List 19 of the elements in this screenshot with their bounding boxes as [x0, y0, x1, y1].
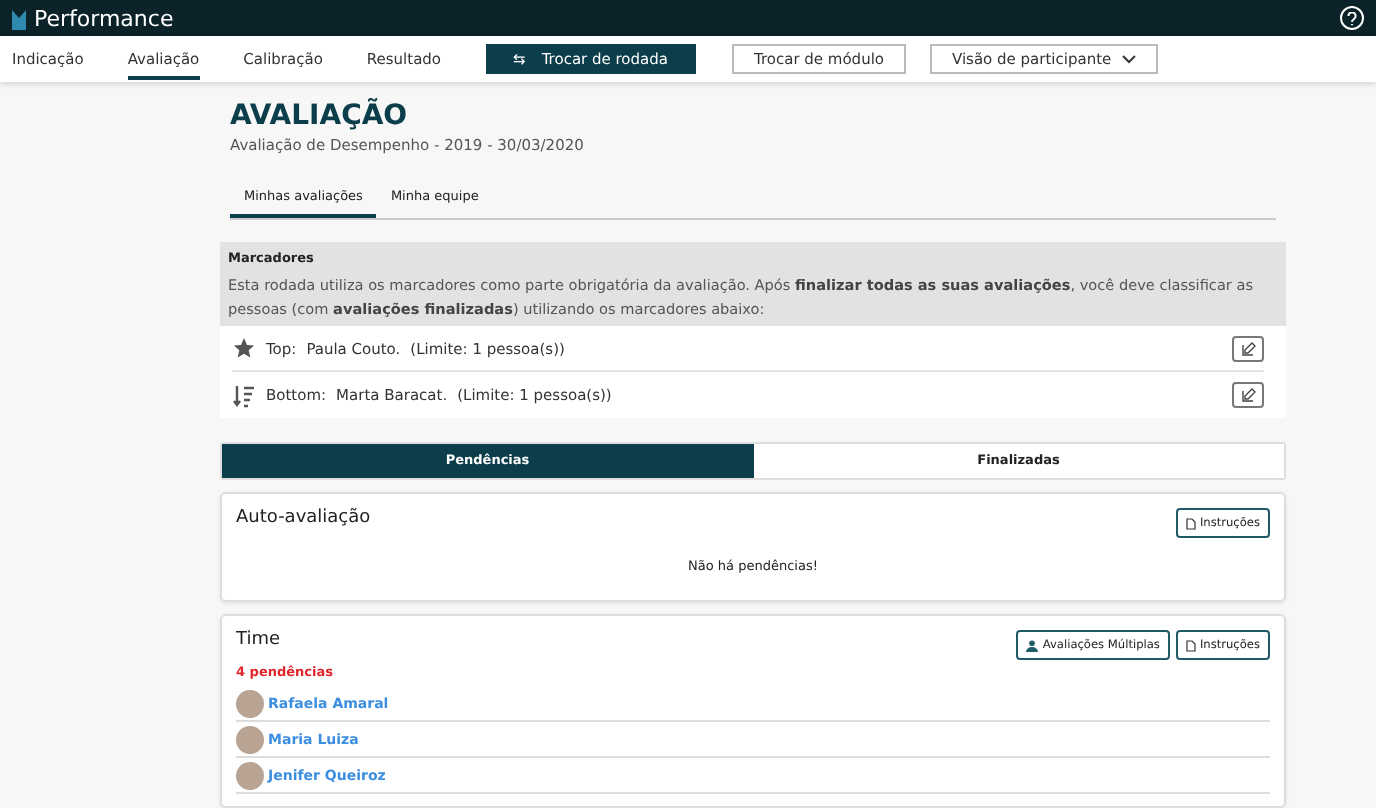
logo-icon [12, 7, 26, 29]
star-icon [232, 336, 256, 360]
document-icon [1185, 639, 1196, 651]
avatar [236, 761, 264, 789]
card-title: Auto-avaliação [236, 508, 371, 528]
page-title: AVALIAÇÃO [230, 100, 410, 132]
app-title: Performance [34, 5, 174, 31]
card-title: Time [236, 630, 281, 650]
edit-icon [1241, 388, 1255, 402]
edit-button[interactable] [1232, 382, 1264, 408]
chevron-down-icon [1121, 54, 1136, 64]
edit-icon [1241, 341, 1255, 355]
avatar [236, 689, 264, 717]
user-icon [1026, 639, 1039, 651]
avatar [236, 725, 264, 753]
sort-descending-icon [232, 383, 256, 407]
help-icon[interactable] [1340, 6, 1364, 30]
document-icon [1185, 517, 1196, 529]
edit-button[interactable] [1232, 335, 1264, 361]
